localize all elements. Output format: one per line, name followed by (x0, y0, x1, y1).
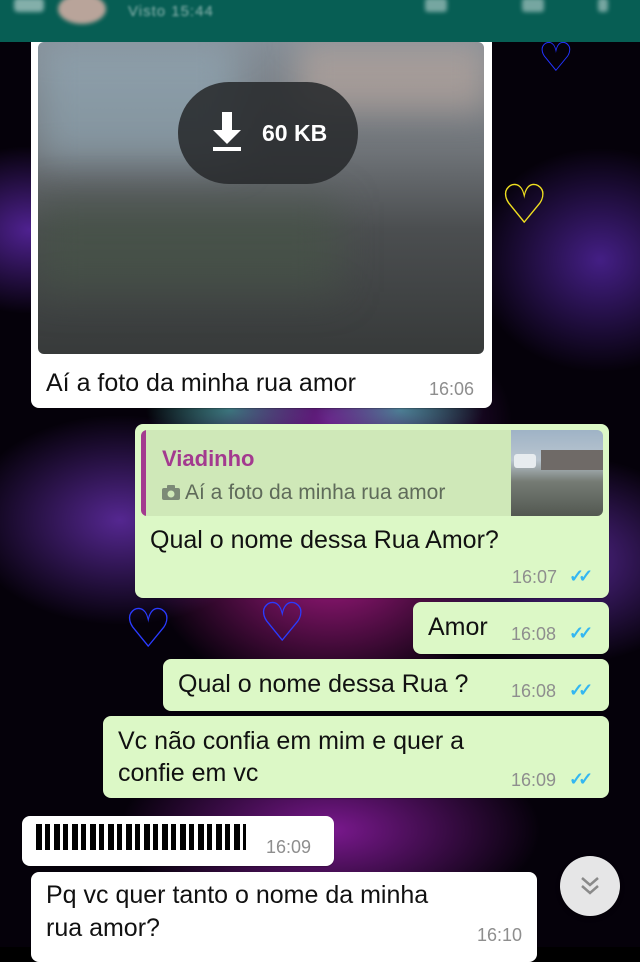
photo-message-bubble[interactable]: 60 KB Aí a foto da minha rua amor 16:06 (31, 30, 492, 408)
read-receipt-icon: ✓✓ (569, 769, 593, 789)
read-receipt-icon: ✓✓ (569, 623, 593, 643)
blurred-photo-preview[interactable]: 60 KB (38, 42, 484, 354)
message-bubble[interactable]: Vc não confia em mim e quer a confie em … (103, 716, 609, 798)
read-receipt-icon: ✓✓ (569, 566, 593, 586)
pixelated-text (36, 824, 246, 850)
voice-call-icon[interactable] (522, 0, 544, 12)
wallpaper-heart-decoration: ♡ (258, 593, 307, 653)
chevron-double-down-icon (581, 877, 599, 895)
contact-avatar[interactable] (58, 0, 106, 24)
message-text: Amor (428, 613, 488, 641)
message-text-line: Vc não confia em mim e quer a (118, 727, 464, 755)
scroll-to-bottom-button[interactable] (560, 856, 620, 916)
wallpaper-heart-decoration: ♡ (124, 599, 173, 659)
more-options-icon[interactable] (598, 0, 608, 12)
read-receipt-icon: ✓✓ (569, 680, 593, 700)
video-call-icon[interactable] (425, 0, 447, 12)
message-bubble[interactable]: Pq vc quer tanto o nome da minha rua amo… (31, 872, 537, 962)
download-button[interactable]: 60 KB (178, 82, 358, 184)
message-time: 16:08 (511, 681, 557, 701)
message-time: 16:06 (429, 379, 475, 399)
message-text: Qual o nome dessa Rua ? (178, 670, 469, 698)
quote-bar (141, 430, 146, 516)
chat-header: Visto 15:44 (0, 0, 640, 42)
wallpaper-heart-decoration: ♡ (538, 36, 574, 80)
message-time: 16:09 (266, 837, 312, 857)
message-time: 16:08 (511, 624, 557, 644)
last-seen-status: Visto 15:44 (128, 3, 214, 20)
back-arrow-icon[interactable] (14, 0, 44, 12)
quoted-text: Aí a foto da minha rua amor (185, 481, 446, 504)
quoted-photo-thumbnail (511, 430, 603, 516)
wallpaper-heart-decoration: ♡ (500, 175, 549, 235)
reply-message-bubble[interactable]: Viadinho Aí a foto da minha rua amor Qua… (135, 424, 609, 598)
quoted-author: Viadinho (162, 446, 255, 471)
message-bubble[interactable]: Amor 16:08 ✓✓ (413, 602, 609, 654)
download-size: 60 KB (262, 120, 328, 146)
message-time: 16:07 (512, 567, 558, 587)
message-text: Aí a foto da minha rua amor (46, 369, 356, 397)
censored-message-bubble[interactable]: 16:09 (22, 816, 334, 866)
message-text-line: rua amor? (46, 914, 160, 942)
quoted-message[interactable]: Viadinho Aí a foto da minha rua amor (141, 430, 603, 516)
camera-icon (162, 485, 180, 500)
message-text-line: Pq vc quer tanto o nome da minha (46, 881, 429, 909)
download-arrow-icon (213, 112, 241, 151)
message-time: 16:09 (511, 770, 557, 790)
message-bubble[interactable]: Qual o nome dessa Rua ? 16:08 ✓✓ (163, 659, 609, 711)
message-text-line: confie em vc (118, 759, 259, 787)
message-time: 16:10 (477, 925, 523, 945)
message-text: Qual o nome dessa Rua Amor? (150, 526, 499, 554)
